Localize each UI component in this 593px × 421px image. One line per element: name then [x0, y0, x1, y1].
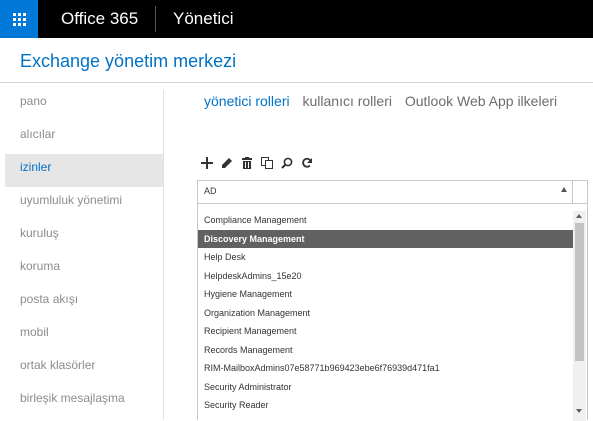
- scroll-down-icon[interactable]: [576, 409, 582, 413]
- nav-item-posta-akisi[interactable]: posta akışı: [0, 286, 163, 319]
- list-item[interactable]: Security Administrator: [198, 378, 573, 397]
- add-icon: [201, 157, 213, 169]
- list-item[interactable]: Records Management: [198, 341, 573, 360]
- list-header: AD: [198, 181, 587, 204]
- add-button[interactable]: [198, 154, 216, 172]
- delete-icon: [242, 157, 252, 169]
- search-button[interactable]: [278, 154, 296, 172]
- nav-item-mobil[interactable]: mobil: [0, 319, 163, 352]
- list-item[interactable]: HelpdeskAdmins_15e20: [198, 267, 573, 286]
- brand-title[interactable]: Office 365: [61, 9, 138, 29]
- app-title[interactable]: Yönetici: [173, 9, 233, 29]
- nav-item-kurulus[interactable]: kuruluş: [0, 220, 163, 253]
- nav-item-izinler[interactable]: izinler: [5, 154, 163, 187]
- nav-item-alicilar[interactable]: alıcılar: [0, 121, 163, 154]
- header-divider: [0, 82, 593, 83]
- sort-ascending-icon[interactable]: [561, 187, 567, 192]
- nav-item-koruma[interactable]: koruma: [0, 253, 163, 286]
- nav-item-birlesik-mesajlasma[interactable]: birleşik mesajlaşma: [0, 385, 163, 418]
- toolbar: [198, 154, 318, 172]
- tab-kullanici-rolleri[interactable]: kullanıcı rolleri: [302, 93, 391, 109]
- suite-bar: Office 365 Yönetici: [0, 0, 593, 38]
- scroll-up-icon[interactable]: [576, 214, 582, 218]
- list-item[interactable]: Security Reader: [198, 396, 573, 415]
- nav-item-pano[interactable]: pano: [0, 88, 163, 121]
- nav-item-uyumluluk-yonetimi[interactable]: uyumluluk yönetimi: [0, 187, 163, 220]
- list-item[interactable]: Hygiene Management: [198, 285, 573, 304]
- left-nav: pano alıcılar izinler uyumluluk yönetimi…: [0, 88, 163, 418]
- column-header-name[interactable]: AD: [204, 186, 217, 196]
- tab-bar: yönetici rolleri kullanıcı rolleri Outlo…: [204, 93, 566, 109]
- list-item[interactable]: Recipient Management: [198, 322, 573, 341]
- list-item[interactable]: Compliance Management: [198, 211, 573, 230]
- list-item[interactable]: RIM-MailboxAdmins07e58771b969423ebe6f769…: [198, 359, 573, 378]
- list-item[interactable]: Help Desk: [198, 248, 573, 267]
- delete-button[interactable]: [238, 154, 256, 172]
- page-title: Exchange yönetim merkezi: [20, 51, 237, 71]
- app-launcher-button[interactable]: [0, 0, 38, 38]
- header-divider: [572, 181, 573, 203]
- search-icon: [281, 157, 293, 169]
- edit-button[interactable]: [218, 154, 236, 172]
- suite-bar-divider: [155, 6, 156, 32]
- edit-icon: [222, 158, 232, 168]
- roles-list: AD Compliance Management Discovery Manag…: [197, 180, 588, 421]
- refresh-icon: [302, 157, 312, 168]
- list-scrollbar[interactable]: [573, 211, 586, 421]
- tab-outlook-web-app-ilkeleri[interactable]: Outlook Web App ilkeleri: [405, 93, 557, 109]
- refresh-button[interactable]: [298, 154, 316, 172]
- list-rows: Compliance Management Discovery Manageme…: [198, 211, 573, 415]
- list-item[interactable]: Organization Management: [198, 304, 573, 323]
- list-item-selected[interactable]: Discovery Management: [198, 229, 573, 248]
- scrollbar-thumb[interactable]: [575, 223, 584, 361]
- waffle-icon: [12, 12, 26, 26]
- nav-item-ortak-klasorler[interactable]: ortak klasörler: [0, 352, 163, 385]
- copy-button[interactable]: [258, 154, 276, 172]
- copy-icon: [261, 157, 273, 169]
- nav-divider: [163, 90, 164, 420]
- tab-yonetici-rolleri[interactable]: yönetici rolleri: [204, 93, 290, 109]
